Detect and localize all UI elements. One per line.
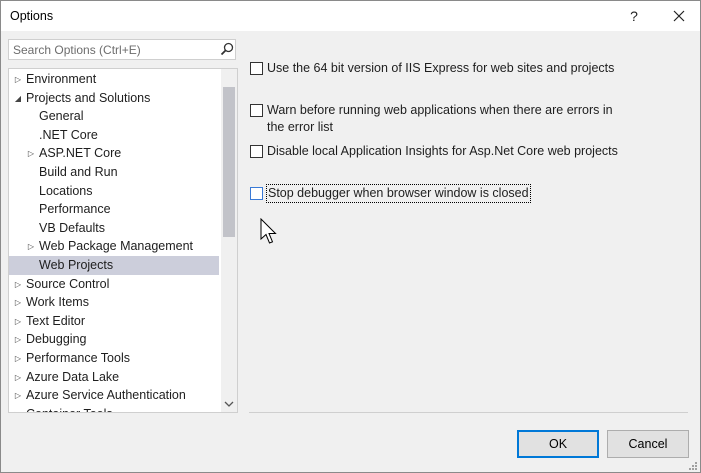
resize-grip-icon[interactable] [686,459,698,471]
collapsed-arrow-icon[interactable]: ▷ [13,349,23,368]
collapsed-arrow-icon[interactable]: ▷ [13,405,23,412]
mouse-pointer-icon [260,218,277,244]
help-button[interactable]: ? [621,3,647,29]
tree-item-label: Performance [39,202,111,217]
scroll-down-icon[interactable] [221,396,237,412]
checkbox-64bit-iis-express[interactable] [250,62,263,75]
tree-item[interactable]: Locations [9,182,219,201]
ok-button[interactable]: OK [517,430,599,458]
tree-item[interactable]: .NET Core [9,126,219,145]
tree-item-label: Text Editor [26,313,86,328]
tree-scrollbar[interactable] [221,69,237,412]
tree-item-label: Projects and Solutions [26,90,151,105]
tree-item-label: Environment [26,72,97,86]
checkbox-disable-app-insights[interactable] [250,145,263,158]
tree-item[interactable]: ▷ ASP.NET Core [9,144,219,163]
tree-item-label: General [39,109,84,124]
separator [249,412,688,413]
collapsed-arrow-icon[interactable]: ▷ [13,386,23,405]
collapsed-arrow-icon[interactable]: ▷ [13,368,23,387]
tree-item-label: Performance Tools [26,351,130,365]
options-tree[interactable]: ▷Container Tools▷Azure Service Authentic… [8,68,238,413]
collapsed-arrow-icon[interactable]: ▷ [26,237,36,256]
option-stop-debugger[interactable]: Stop debugger when browser window is clo… [250,184,550,205]
tree-item-label: Container Tools [26,405,113,412]
collapsed-arrow-icon[interactable]: ▷ [13,312,23,331]
tree-item-label: Web Package Management [39,239,194,254]
tree-item[interactable]: ▷ Source Control [9,275,219,294]
tree-item[interactable]: ◢ Projects and Solutions [9,89,219,108]
option-label-warn-before-running: Warn before running web applications whe… [267,103,613,134]
checkbox-stop-debugger[interactable] [250,187,263,200]
tree-item[interactable]: ▷ Performance Tools [9,349,219,368]
collapsed-arrow-icon[interactable]: ▷ [13,330,23,349]
tree-item-label: Web Projects [39,258,114,272]
close-icon [673,10,685,22]
cancel-button[interactable]: Cancel [607,430,689,458]
option-label-disable-app-insights: Disable local Application Insights for A… [267,144,618,158]
collapsed-arrow-icon[interactable]: ▷ [26,144,36,163]
option-label-stop-debugger: Stop debugger when browser window is clo… [266,184,531,203]
expanded-arrow-icon[interactable]: ◢ [13,89,23,108]
tree-item-label: Work Items [26,295,89,310]
tree-item-label: Debugging [26,332,87,347]
tree-item[interactable]: Performance [9,200,219,219]
tree-item[interactable]: ▷Container Tools [9,405,219,412]
tree-item-label: ASP.NET Core [39,146,122,161]
tree-item[interactable]: ▷ Environment [9,70,219,89]
option-label-64bit-iis-express: Use the 64 bit version of IIS Express fo… [267,61,615,75]
tree-item-label: .NET Core [39,127,98,142]
tree-item-label: VB Defaults [39,220,106,235]
title-bar: Options ? [1,1,700,31]
tree-item[interactable]: ▷ Text Editor [9,312,219,331]
tree-item[interactable]: Build and Run [9,163,219,182]
tree-item-label: Azure Service Authentication [26,388,186,403]
checkbox-warn-before-running[interactable] [250,104,263,117]
collapsed-arrow-icon[interactable]: ▷ [13,70,23,89]
collapsed-arrow-icon[interactable]: ▷ [13,293,23,312]
tree-item[interactable]: ▷ Work Items [9,293,219,312]
scrollbar-thumb[interactable] [223,87,235,237]
tree-item[interactable]: VB Defaults [9,219,219,238]
search-input[interactable] [9,40,219,59]
tree-item[interactable]: ▷ Azure Service Authentication [9,386,219,405]
tree-item[interactable]: ▷ Web Package Management [9,237,219,256]
close-button[interactable] [661,3,697,29]
option-disable-app-insights[interactable]: Disable local Application Insights for A… [250,143,630,163]
tree-item-label: Azure Data Lake [26,369,120,384]
search-box[interactable] [8,39,236,60]
option-64bit-iis-express[interactable]: Use the 64 bit version of IIS Express fo… [250,60,630,80]
search-icon[interactable] [220,42,234,56]
tree-item-label: Build and Run [39,165,118,179]
tree-item-label: Locations [39,183,93,198]
option-warn-before-running[interactable]: Warn before running web applications whe… [250,102,630,138]
tree-item[interactable]: Web Projects [9,256,219,275]
tree-item-label: Source Control [26,276,110,291]
tree-item[interactable]: General [9,107,219,126]
window-title: Options [10,9,54,23]
collapsed-arrow-icon[interactable]: ▷ [13,275,23,294]
tree-item[interactable]: ▷ Azure Data Lake [9,368,219,387]
tree-item[interactable]: ▷ Debugging [9,330,219,349]
